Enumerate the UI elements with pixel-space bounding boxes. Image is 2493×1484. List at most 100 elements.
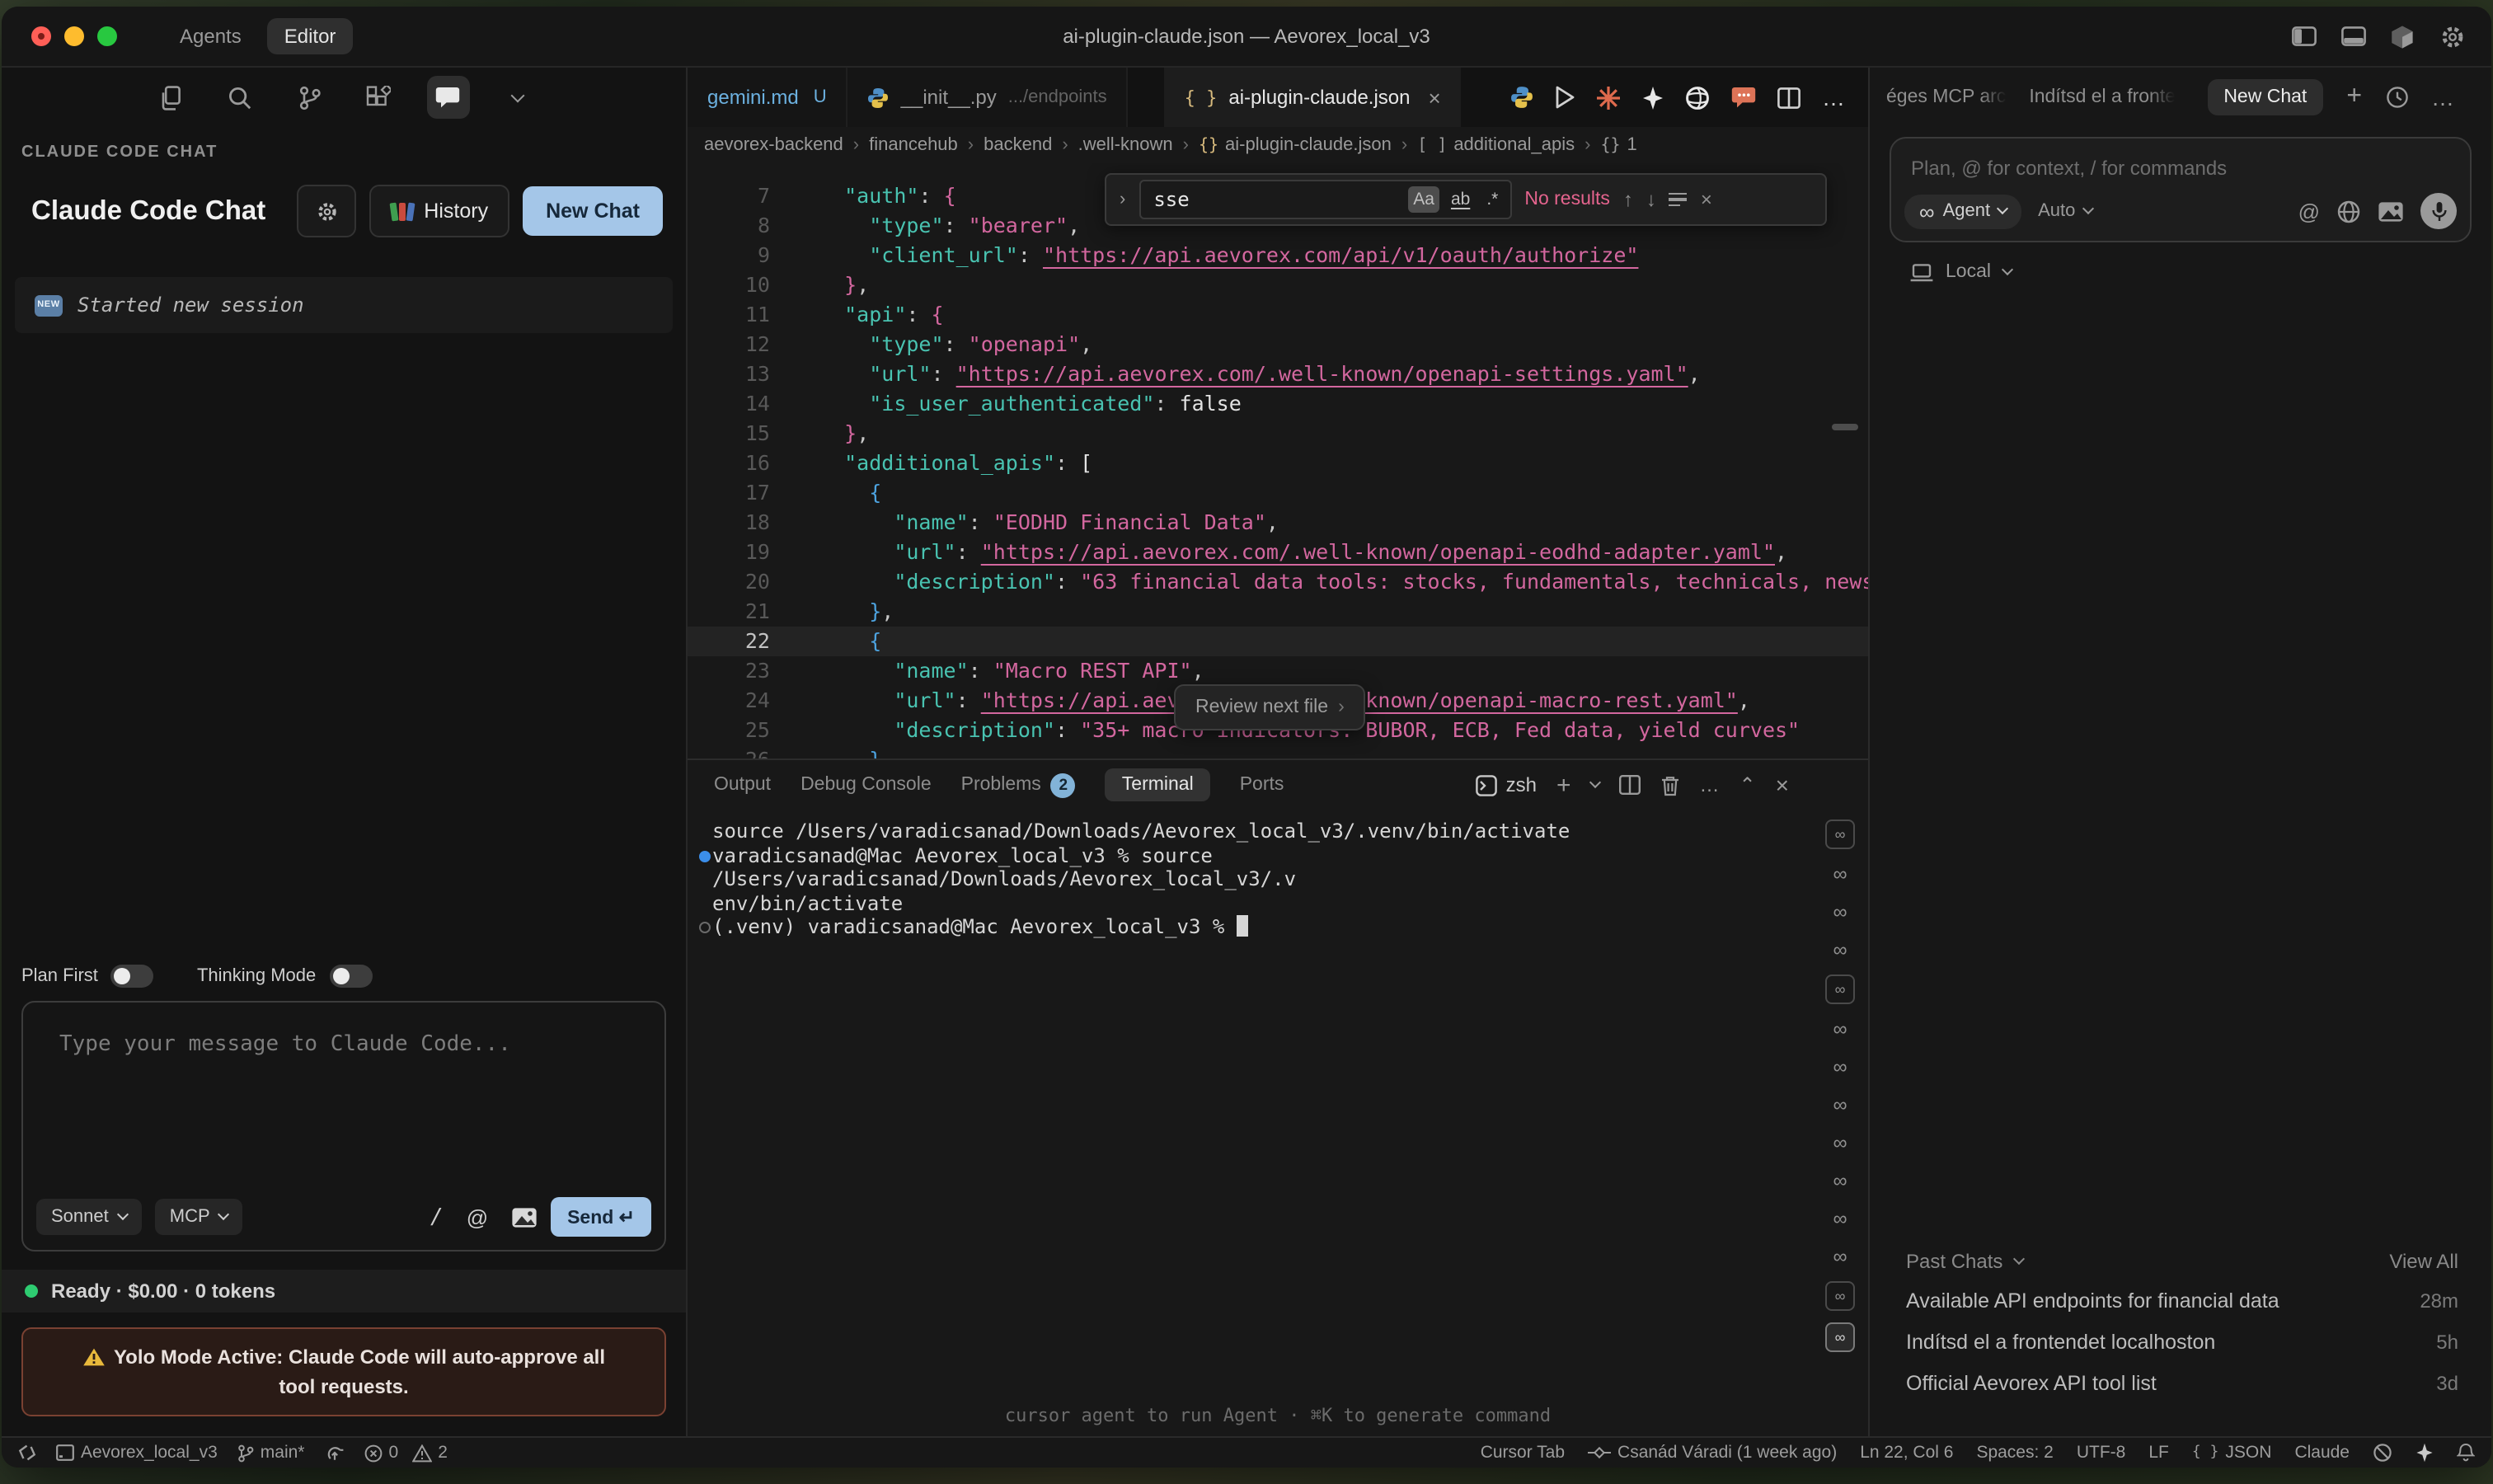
starburst-icon[interactable] bbox=[1596, 85, 1621, 110]
terminal-dropdown-icon[interactable] bbox=[1589, 777, 1600, 788]
chat-tab-1[interactable]: éges MCP arc bbox=[1886, 87, 2006, 107]
run-icon[interactable] bbox=[1555, 86, 1575, 109]
code-line-26[interactable]: 26 } bbox=[688, 745, 1868, 758]
link-icon[interactable]: ∞ bbox=[1827, 1243, 1853, 1270]
close-tab-icon[interactable]: × bbox=[1429, 85, 1441, 110]
at-icon[interactable]: @ bbox=[2298, 199, 2320, 223]
find-input[interactable]: sse Aa ab .* bbox=[1139, 180, 1511, 219]
tab-agents[interactable]: Agents bbox=[163, 18, 258, 54]
send-button[interactable]: Send ↵ bbox=[551, 1197, 651, 1237]
layout-sidebar-icon[interactable] bbox=[2290, 23, 2317, 49]
match-case-button[interactable]: Aa bbox=[1408, 186, 1439, 213]
code-line-22[interactable]: 22 { bbox=[688, 627, 1868, 656]
close-window-button[interactable] bbox=[31, 26, 51, 46]
slash-command-button[interactable]: / bbox=[430, 1205, 444, 1229]
add-chat-icon[interactable]: + bbox=[2346, 82, 2362, 112]
code-line-23[interactable]: 23 "name": "Macro REST API", bbox=[688, 656, 1868, 686]
close-panel-icon[interactable]: × bbox=[1776, 772, 1789, 798]
search-icon[interactable] bbox=[218, 76, 261, 119]
code-line-15[interactable]: 15 }, bbox=[688, 419, 1868, 448]
tab-problems[interactable]: Problems2 bbox=[961, 773, 1076, 797]
toggle-switch[interactable] bbox=[329, 965, 372, 988]
new-chat-tab[interactable]: New Chat bbox=[2207, 79, 2323, 115]
code-line-18[interactable]: 18 "name": "EODHD Financial Data", bbox=[688, 508, 1868, 538]
history-button[interactable]: History bbox=[369, 185, 509, 237]
zoom-window-button[interactable] bbox=[97, 26, 117, 46]
eol[interactable]: LF bbox=[2148, 1443, 2169, 1463]
link-icon[interactable]: ∞ bbox=[1827, 937, 1853, 963]
claude-new-chat-button[interactable]: New Chat bbox=[523, 186, 663, 236]
link-icon[interactable]: ∞ bbox=[1827, 1167, 1853, 1194]
chat-bubble-icon[interactable] bbox=[426, 76, 469, 119]
framed-link-icon[interactable]: ∞ bbox=[1825, 1322, 1855, 1352]
chat-more-icon[interactable]: … bbox=[2431, 92, 2454, 102]
toggle-switch[interactable] bbox=[111, 965, 154, 988]
code-line-9[interactable]: 9 "client_url": "https://api.aevorex.com… bbox=[688, 241, 1868, 270]
sync-icon[interactable] bbox=[325, 1444, 345, 1461]
minimize-window-button[interactable] bbox=[64, 26, 84, 46]
sparkle-icon[interactable] bbox=[2416, 1443, 2434, 1463]
code-line-10[interactable]: 10 }, bbox=[688, 270, 1868, 300]
breadcrumb-item[interactable]: {}ai-plugin-claude.json bbox=[1199, 135, 1392, 155]
agent-mode-select[interactable]: ∞ Agent bbox=[1904, 194, 2021, 228]
model-select[interactable]: Sonnet bbox=[36, 1199, 142, 1235]
code-line-17[interactable]: 17 { bbox=[688, 478, 1868, 508]
more-actions-icon[interactable]: … bbox=[1700, 780, 1720, 790]
copy-icon[interactable] bbox=[149, 76, 192, 119]
breadcrumb-item[interactable]: financehub bbox=[869, 135, 958, 155]
link-icon[interactable]: ∞ bbox=[1827, 1054, 1853, 1080]
chat-input-card[interactable]: Plan, @ for context, / for commands ∞ Ag… bbox=[1890, 137, 2472, 242]
image-icon[interactable] bbox=[2378, 200, 2404, 222]
terminal-output[interactable]: source /Users/varadicsanad/Downloads/Aev… bbox=[688, 810, 1868, 1436]
breadcrumb-item[interactable]: [ ]additional_apis bbox=[1417, 135, 1575, 155]
find-previous-icon[interactable]: ↑ bbox=[1623, 188, 1633, 211]
tab-debug-console[interactable]: Debug Console bbox=[800, 775, 932, 795]
new-terminal-button[interactable]: + bbox=[1556, 771, 1571, 799]
code-line-21[interactable]: 21 }, bbox=[688, 597, 1868, 627]
code-line-14[interactable]: 14 "is_user_authenticated": false bbox=[688, 389, 1868, 419]
split-editor-icon[interactable] bbox=[1777, 87, 1800, 108]
link-icon[interactable]: ∞ bbox=[1827, 1129, 1853, 1156]
past-chats-title[interactable]: Past Chats bbox=[1906, 1250, 2002, 1273]
code-line-11[interactable]: 11 "api": { bbox=[688, 300, 1868, 330]
plan-first-toggle[interactable]: Plan First bbox=[21, 965, 154, 988]
python-icon[interactable] bbox=[1510, 86, 1533, 109]
mention-button[interactable]: @ bbox=[467, 1205, 488, 1229]
remote-indicator[interactable] bbox=[18, 1444, 36, 1461]
mcp-select[interactable]: MCP bbox=[155, 1199, 243, 1235]
history-clock-icon[interactable] bbox=[2385, 86, 2408, 109]
extensions-icon[interactable] bbox=[357, 76, 400, 119]
regex-button[interactable]: .* bbox=[1481, 186, 1503, 213]
tab-ports[interactable]: Ports bbox=[1240, 775, 1284, 795]
cursor-tab-status[interactable]: Cursor Tab bbox=[1481, 1443, 1565, 1463]
gear-icon[interactable] bbox=[2439, 23, 2465, 49]
openai-icon[interactable] bbox=[1685, 85, 1710, 110]
shell-selector[interactable]: zsh bbox=[1477, 773, 1537, 796]
local-selector[interactable]: Local bbox=[1909, 262, 2491, 282]
code-line-12[interactable]: 12 "type": "openapi", bbox=[688, 330, 1868, 359]
find-in-selection-icon[interactable] bbox=[1669, 193, 1688, 207]
whole-word-button[interactable]: ab bbox=[1446, 186, 1475, 213]
microphone-icon[interactable] bbox=[2420, 193, 2457, 229]
breadcrumb-item[interactable]: .well-known bbox=[1078, 135, 1173, 155]
tab-gemini-md[interactable]: gemini.md U bbox=[688, 68, 848, 127]
code-line-19[interactable]: 19 "url": "https://api.aevorex.com/.well… bbox=[688, 538, 1868, 567]
encoding[interactable]: UTF-8 bbox=[2077, 1443, 2126, 1463]
past-chat-item[interactable]: Indítsd el a frontendet localhoston5h bbox=[1906, 1331, 2458, 1354]
scrollbar-thumb[interactable] bbox=[1832, 424, 1858, 430]
chevron-down-icon[interactable] bbox=[495, 76, 538, 119]
model-auto-select[interactable]: Auto bbox=[2038, 201, 2092, 221]
git-branch-status[interactable]: main* bbox=[237, 1443, 305, 1463]
framed-link-icon[interactable]: ∞ bbox=[1825, 1281, 1855, 1311]
tab-editor[interactable]: Editor bbox=[268, 18, 353, 54]
link-icon[interactable]: ∞ bbox=[1827, 899, 1853, 925]
breadcrumb-item[interactable]: backend bbox=[984, 135, 1052, 155]
find-next-icon[interactable]: ↓ bbox=[1646, 188, 1656, 211]
claude-settings-button[interactable] bbox=[297, 185, 356, 237]
chat-tab-2[interactable]: Indítsd el a fronten bbox=[2029, 87, 2174, 107]
tab-ai-plugin-claude-json[interactable]: { } ai-plugin-claude.json × bbox=[1165, 68, 1461, 127]
find-close-icon[interactable]: × bbox=[1701, 188, 1712, 211]
copilot-disabled-icon[interactable] bbox=[2373, 1443, 2392, 1463]
thinking-mode-toggle[interactable]: Thinking Mode bbox=[197, 965, 372, 988]
past-chat-item[interactable]: Official Aevorex API tool list3d bbox=[1906, 1372, 2458, 1395]
